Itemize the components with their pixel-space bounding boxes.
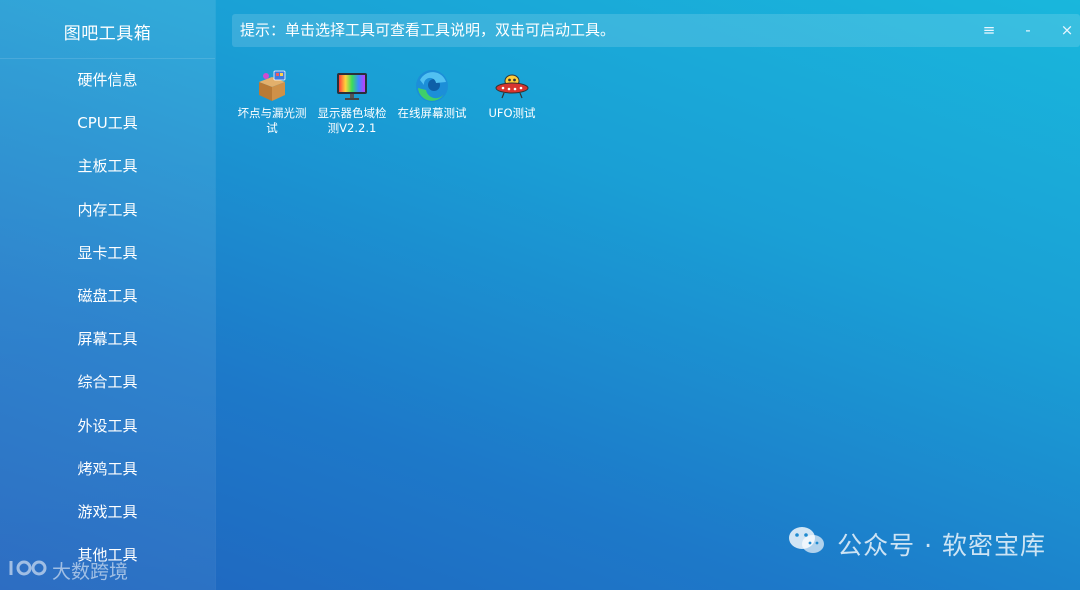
- close-button[interactable]: ×: [1052, 14, 1080, 47]
- tool-dead-pixel-test[interactable]: 坏点与漏光测试: [234, 68, 310, 136]
- sidebar-item-game-tools[interactable]: 游戏工具: [0, 491, 215, 534]
- package-box-icon: [254, 68, 290, 104]
- hint-text: 提示：单击选择工具可查看工具说明，双击可启动工具。: [240, 21, 616, 39]
- tool-label: UFO测试: [488, 106, 536, 120]
- menu-button[interactable]: ≡: [974, 14, 1004, 47]
- watermark: 公众号 · 软密宝库: [787, 524, 1046, 564]
- sidebar-item-screen-tools[interactable]: 屏幕工具: [0, 318, 215, 361]
- sidebar-item-disk-tools[interactable]: 磁盘工具: [0, 275, 215, 318]
- tool-label: 显示器色域检 测V2.2.1: [317, 106, 387, 135]
- sidebar-item-general-tools[interactable]: 综合工具: [0, 361, 215, 404]
- corner-logo: 大数跨境: [8, 557, 128, 584]
- brand-logo-icon: [8, 557, 48, 584]
- edge-browser-icon: [414, 68, 450, 104]
- tool-ufo-test[interactable]: UFO测试: [474, 68, 550, 121]
- sidebar: 图吧工具箱 硬件信息 CPU工具 主板工具 内存工具 显卡工具 磁盘工具 屏幕工…: [0, 0, 215, 590]
- sidebar-item-gpu-tools[interactable]: 显卡工具: [0, 232, 215, 275]
- app-title: 图吧工具箱: [63, 24, 152, 44]
- sidebar-item-motherboard-tools[interactable]: 主板工具: [0, 145, 215, 188]
- sidebar-item-peripheral-tools[interactable]: 外设工具: [0, 405, 215, 448]
- ufo-icon: [494, 68, 530, 104]
- tool-online-screen-test[interactable]: 在线屏幕测试: [394, 68, 470, 121]
- minimize-button[interactable]: -: [1013, 14, 1043, 47]
- sidebar-item-hardware-info[interactable]: 硬件信息: [0, 59, 215, 102]
- hint-bar: 提示：单击选择工具可查看工具说明，双击可启动工具。 ≡ - ×: [232, 14, 1080, 47]
- sidebar-item-stress-tools[interactable]: 烤鸡工具: [0, 448, 215, 491]
- tool-label: 坏点与漏光测试: [237, 106, 307, 135]
- sidebar-nav: 硬件信息 CPU工具 主板工具 内存工具 显卡工具 磁盘工具 屏幕工具 综合工具…: [0, 59, 215, 577]
- sidebar-item-memory-tools[interactable]: 内存工具: [0, 189, 215, 232]
- watermark-text: 公众号 · 软密宝库: [837, 531, 1046, 560]
- corner-logo-text: 大数跨境: [52, 561, 129, 583]
- tool-monitor-gamut-test[interactable]: 显示器色域检 测V2.2.1: [314, 68, 390, 136]
- wechat-icon: [787, 524, 827, 564]
- tool-label: 在线屏幕测试: [397, 106, 467, 120]
- sidebar-item-cpu-tools[interactable]: CPU工具: [0, 102, 215, 145]
- color-monitor-icon: [334, 68, 370, 104]
